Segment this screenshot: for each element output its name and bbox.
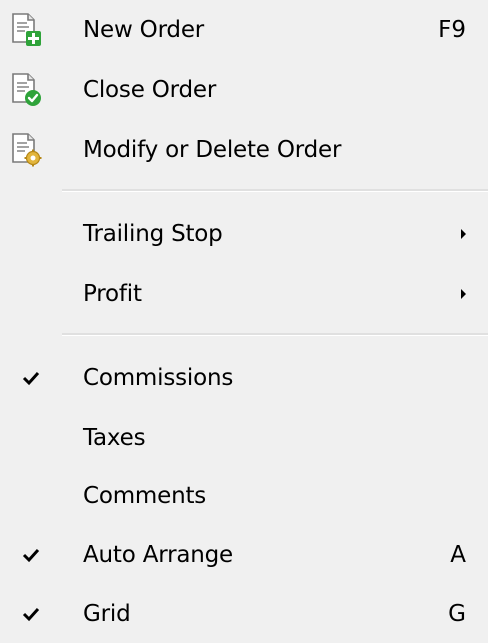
modify-order-icon <box>10 132 42 168</box>
menu-item-label: Trailing Stop <box>83 221 223 247</box>
menu-item-profit[interactable]: Profit <box>0 265 488 323</box>
checkmark-icon <box>20 369 42 387</box>
checkmark-icon <box>20 546 42 564</box>
context-menu: New Order F9 Close Order Modify or Delet… <box>0 0 488 638</box>
menu-item-taxes[interactable]: Taxes <box>0 409 488 467</box>
checkmark-icon <box>20 605 42 623</box>
menu-item-label: Comments <box>83 483 207 509</box>
submenu-arrow-icon <box>461 289 466 299</box>
menu-item-new-order[interactable]: New Order F9 <box>0 1 488 59</box>
menu-item-commissions[interactable]: Commissions <box>0 349 488 407</box>
menu-item-comments[interactable]: Comments <box>0 467 488 525</box>
menu-item-label: Taxes <box>83 425 146 451</box>
close-order-icon <box>10 72 42 108</box>
shortcut-label: F9 <box>438 17 466 43</box>
menu-separator <box>62 189 488 192</box>
shortcut-label: G <box>448 601 466 627</box>
menu-item-modify-order[interactable]: Modify or Delete Order <box>0 121 488 179</box>
menu-item-label: Modify or Delete Order <box>83 137 342 163</box>
new-order-icon <box>10 12 42 48</box>
menu-item-label: Profit <box>83 281 142 307</box>
menu-item-close-order[interactable]: Close Order <box>0 61 488 119</box>
menu-item-label: Auto Arrange <box>83 542 233 568</box>
shortcut-label: A <box>450 542 466 568</box>
menu-item-label: Commissions <box>83 365 234 391</box>
menu-item-grid[interactable]: Grid G <box>0 585 488 643</box>
menu-item-label: Grid <box>83 601 131 627</box>
menu-item-auto-arrange[interactable]: Auto Arrange A <box>0 526 488 584</box>
submenu-arrow-icon <box>461 229 466 239</box>
menu-item-label: Close Order <box>83 77 217 103</box>
menu-item-label: New Order <box>83 17 205 43</box>
menu-item-trailing-stop[interactable]: Trailing Stop <box>0 205 488 263</box>
menu-separator <box>62 333 488 336</box>
